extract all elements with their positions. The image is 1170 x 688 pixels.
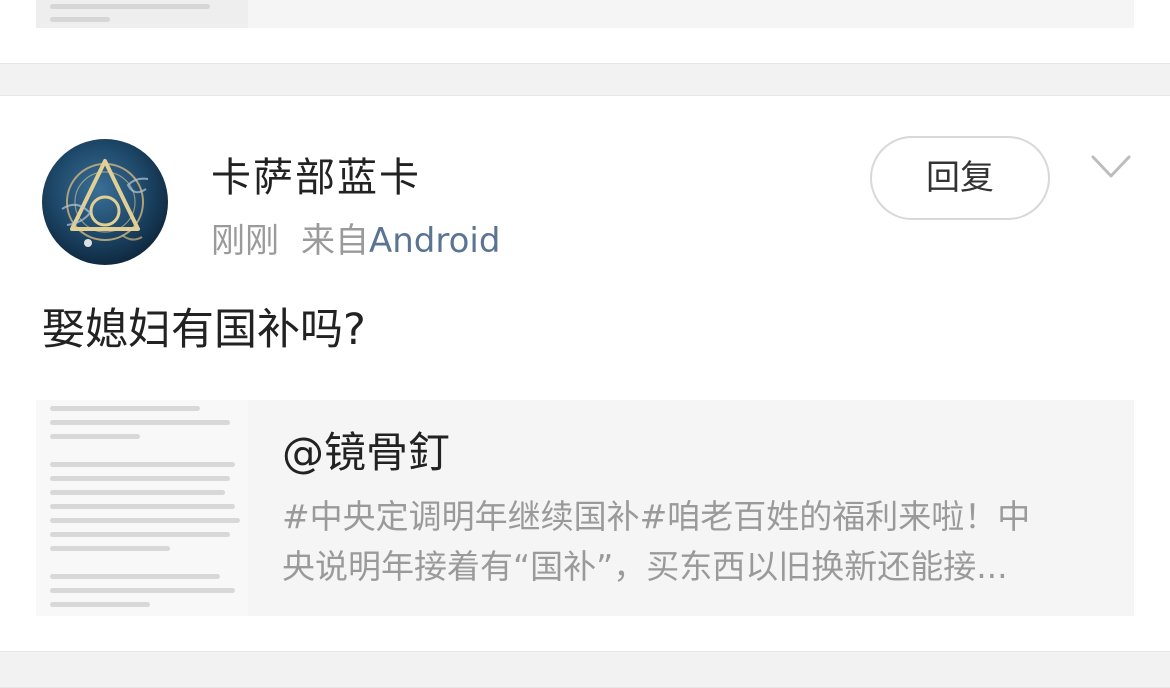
username[interactable]: 卡萨部蓝卡 — [211, 152, 421, 204]
post-time: 刚刚 — [211, 221, 279, 261]
feed-divider — [0, 63, 1170, 96]
previous-quote-thumbnail — [36, 0, 248, 28]
previous-post-card — [0, 0, 1170, 63]
feed-page: 卡萨部蓝卡 刚刚 来自Android 回复 娶媳妇有国补吗? @镜骨釘 #中央定调… — [0, 0, 1170, 688]
quoted-author[interactable]: @镜骨釘 — [282, 426, 450, 480]
quoted-text-line: 央说明年接着有“国补”，买东西以旧换新还能接... — [282, 547, 1008, 586]
post-text: 娶媳妇有国补吗? — [42, 305, 366, 355]
source-device[interactable]: Android — [369, 221, 500, 261]
quoted-text-line: #中央定调明年继续国补#咱老百姓的福利来啦！中 — [282, 497, 1031, 536]
avatar[interactable] — [42, 139, 168, 265]
previous-quote-card[interactable] — [36, 0, 1134, 28]
quoted-post-card[interactable]: @镜骨釘 #中央定调明年继续国补#咱老百姓的福利来啦！中 央说明年接着有“国补”… — [36, 400, 1134, 616]
source-label: 来自 — [301, 221, 369, 261]
quoted-text: #中央定调明年继续国补#咱老百姓的福利来啦！中 央说明年接着有“国补”，买东西以… — [282, 492, 1112, 592]
feed-divider — [0, 651, 1170, 688]
quoted-post-thumbnail — [36, 400, 248, 616]
post-meta: 刚刚 来自Android — [211, 218, 500, 264]
reply-button[interactable]: 回复 — [870, 136, 1050, 220]
chevron-down-icon[interactable] — [1090, 152, 1132, 182]
avatar-emblem-icon — [61, 159, 149, 247]
